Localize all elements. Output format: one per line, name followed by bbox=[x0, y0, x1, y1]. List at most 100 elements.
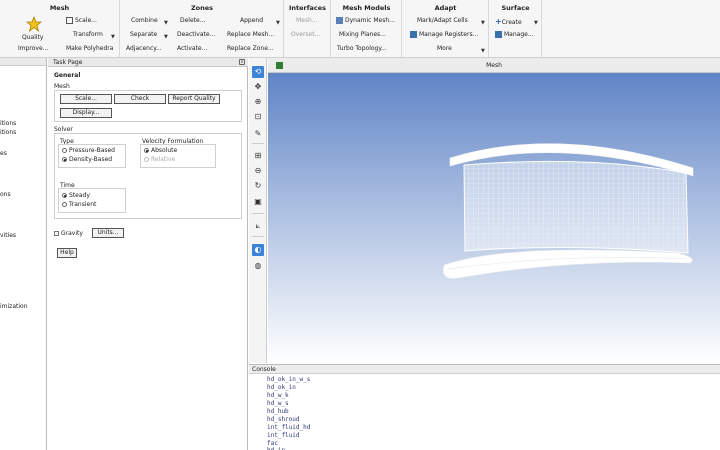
mixing-planes-button[interactable]: Mixing Planes... bbox=[339, 31, 386, 38]
solver-section-label: Solver bbox=[54, 126, 73, 133]
console-line: hd_w_k bbox=[267, 392, 289, 399]
graphics-header: Mesh bbox=[268, 58, 720, 73]
manage-surface-button[interactable]: Manage... bbox=[495, 31, 534, 38]
dynamic-mesh-button[interactable]: Dynamic Mesh... bbox=[336, 17, 395, 24]
console-line: hd_ok_in_w_s bbox=[267, 376, 311, 383]
check-button[interactable]: Check bbox=[114, 94, 166, 104]
append-button[interactable]: Append bbox=[240, 17, 263, 24]
help-button[interactable]: Help bbox=[57, 248, 77, 258]
chevron-down-icon[interactable]: ▼ bbox=[111, 34, 115, 40]
toolbar-divider bbox=[252, 143, 264, 144]
transform-button[interactable]: Transform bbox=[73, 31, 103, 38]
axes-icon[interactable]: ⟀ bbox=[252, 220, 264, 232]
gravity-checkbox[interactable]: Gravity bbox=[54, 230, 83, 237]
ribbon-group-title: Interfaces bbox=[288, 4, 327, 12]
task-page-header: Task Page × bbox=[48, 58, 248, 67]
pressure-based-radio[interactable]: Pressure-Based bbox=[62, 147, 115, 154]
units-button[interactable]: Units... bbox=[92, 228, 124, 238]
radio-indicator bbox=[62, 193, 67, 198]
hub-ring bbox=[443, 249, 693, 279]
zoom-out-icon[interactable]: ⊖ bbox=[252, 165, 264, 177]
console-line: fac bbox=[267, 440, 278, 447]
chevron-down-icon[interactable]: ▼ bbox=[481, 48, 485, 54]
tree-item[interactable]: vities bbox=[0, 232, 16, 239]
mesh-render bbox=[443, 143, 694, 279]
registers-icon bbox=[410, 31, 417, 38]
delete-button[interactable]: Delete... bbox=[180, 17, 205, 24]
ribbon-group-adapt: Adapt Mark/Adapt Cells ▼ Manage Register… bbox=[403, 0, 489, 57]
report-quality-button[interactable]: Report Quality bbox=[168, 94, 220, 104]
create-surface-button[interactable]: +Create bbox=[495, 17, 522, 26]
absolute-radio[interactable]: Absolute bbox=[144, 147, 177, 154]
console-line: hd_hub bbox=[267, 408, 289, 415]
console-panel: Console hd_ok_in_w_s hd_ok_in hd_w_k hd_… bbox=[249, 364, 720, 450]
chevron-down-icon[interactable]: ▼ bbox=[534, 20, 538, 26]
separate-button[interactable]: Separate bbox=[130, 31, 157, 38]
make-polyhedra-button[interactable]: Make Polyhedra bbox=[66, 45, 113, 52]
ribbon: Mesh Quality Improve... Scale... Transfo… bbox=[0, 0, 720, 58]
tree-item[interactable]: es bbox=[0, 150, 7, 157]
dynamic-mesh-icon bbox=[336, 17, 343, 24]
replace-zone-button[interactable]: Replace Zone... bbox=[227, 45, 274, 52]
manage-registers-button[interactable]: Manage Registers... bbox=[410, 31, 478, 38]
steady-radio[interactable]: Steady bbox=[62, 192, 90, 199]
manage-icon bbox=[495, 31, 502, 38]
view-icon[interactable]: ▣ bbox=[252, 196, 264, 208]
zoom-in-icon[interactable]: ⊕ bbox=[252, 96, 264, 108]
radio-indicator bbox=[144, 157, 149, 162]
close-icon[interactable]: × bbox=[239, 59, 245, 65]
adjacency-button[interactable]: Adjacency... bbox=[126, 45, 162, 52]
chevron-down-icon[interactable]: ▼ bbox=[276, 20, 280, 26]
blade-shade bbox=[464, 161, 688, 253]
graphics-viewport[interactable] bbox=[268, 73, 720, 363]
radio-indicator bbox=[144, 148, 149, 153]
probe-icon[interactable]: ✎ bbox=[252, 128, 264, 140]
improve-button[interactable]: Improve... bbox=[18, 45, 48, 52]
overset-button[interactable]: Overset... bbox=[291, 31, 320, 38]
graphics-title: Mesh bbox=[486, 62, 502, 69]
quality-button[interactable]: Quality bbox=[22, 34, 43, 41]
activate-button[interactable]: Activate... bbox=[177, 45, 207, 52]
replace-mesh-button[interactable]: Replace Mesh... bbox=[227, 31, 274, 38]
radio-indicator bbox=[62, 148, 67, 153]
chevron-down-icon[interactable]: ▼ bbox=[481, 20, 485, 26]
ribbon-group-title: Adapt bbox=[434, 4, 457, 12]
ribbon-group-title: Surface bbox=[501, 4, 530, 12]
relative-radio[interactable]: Relative bbox=[144, 156, 175, 163]
mouse-icon[interactable]: ◍ bbox=[252, 260, 264, 272]
console-line: hd_ok_in bbox=[267, 384, 296, 391]
pan-icon[interactable]: ✥ bbox=[252, 81, 264, 93]
scale-button[interactable]: Scale... bbox=[60, 94, 112, 104]
scale-icon bbox=[66, 17, 73, 24]
tree-item[interactable]: itions bbox=[0, 129, 16, 136]
chevron-down-icon[interactable]: ▼ bbox=[164, 20, 168, 26]
console-header: Console bbox=[249, 365, 720, 374]
deactivate-button[interactable]: Deactivate... bbox=[177, 31, 215, 38]
scale-ribbon-button[interactable]: Scale... bbox=[66, 17, 97, 24]
toolbar-divider bbox=[252, 236, 264, 237]
chevron-down-icon[interactable]: ▼ bbox=[164, 34, 168, 40]
turbo-topology-button[interactable]: Turbo Topology... bbox=[337, 45, 387, 52]
transient-radio[interactable]: Transient bbox=[62, 201, 96, 208]
toolbar-divider bbox=[252, 213, 264, 214]
console-line: int_fluid_hd bbox=[267, 424, 311, 431]
task-page-title: Task Page bbox=[53, 59, 83, 66]
console-line: hd_shroud bbox=[267, 416, 300, 423]
display-icon[interactable]: ◐ bbox=[252, 244, 264, 256]
display-button[interactable]: Display... bbox=[60, 108, 112, 118]
density-based-radio[interactable]: Density-Based bbox=[62, 156, 112, 163]
more-button[interactable]: More bbox=[437, 45, 452, 52]
combine-button[interactable]: Combine bbox=[131, 17, 158, 24]
tree-item[interactable]: imization bbox=[0, 303, 28, 310]
tree-item[interactable]: itions bbox=[0, 120, 16, 127]
plus-icon: + bbox=[495, 17, 502, 26]
quality-icon[interactable] bbox=[25, 15, 44, 33]
zoom-box-icon[interactable]: ⊡ bbox=[252, 111, 264, 123]
rotate-3d-icon[interactable]: ↻ bbox=[252, 180, 264, 192]
interfaces-mesh-button[interactable]: Mesh... bbox=[296, 17, 318, 24]
mark-adapt-cells-button[interactable]: Mark/Adapt Cells bbox=[417, 17, 468, 24]
fit-icon[interactable]: ⊞ bbox=[252, 150, 264, 162]
task-page: Task Page × General Mesh Scale... Check … bbox=[48, 58, 248, 450]
tree-item[interactable]: ons bbox=[0, 191, 11, 198]
rotate-icon[interactable]: ⟲ bbox=[252, 66, 264, 78]
